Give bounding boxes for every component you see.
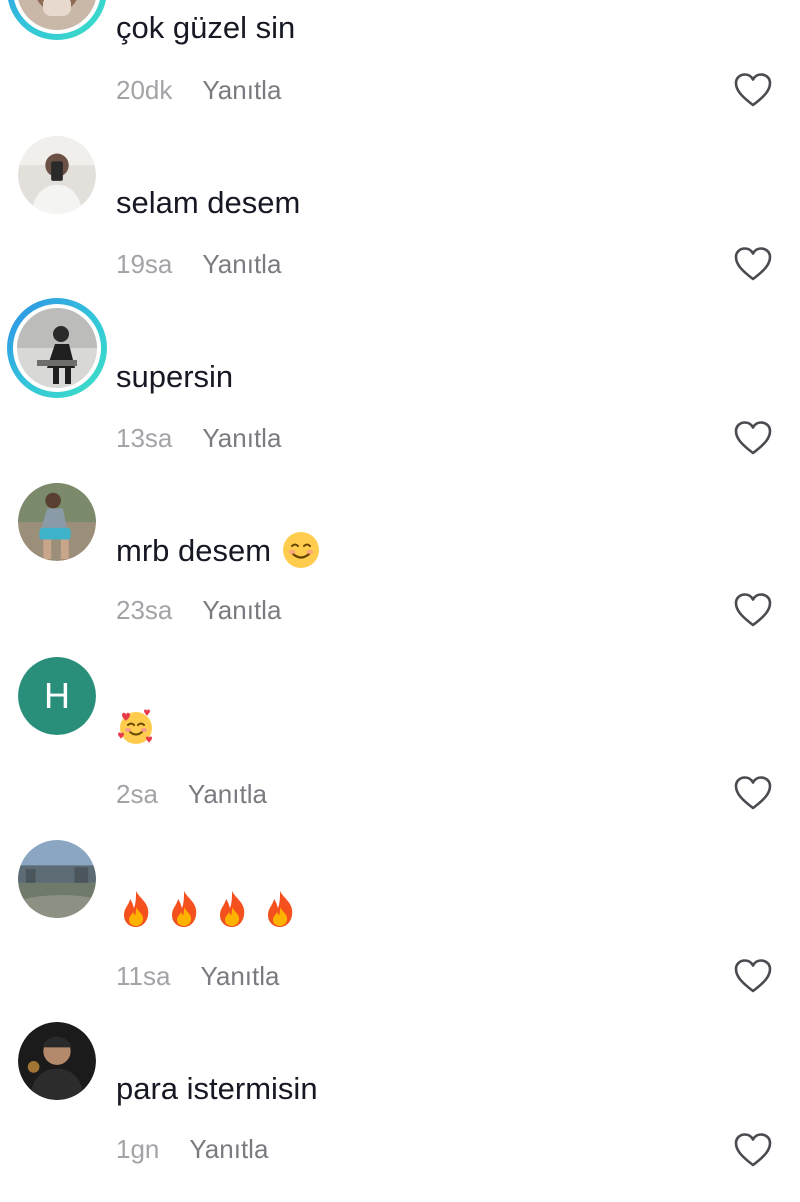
comment-text <box>116 706 156 746</box>
heart-outline-icon[interactable] <box>733 592 773 628</box>
comment-item: H 2sa Yanıtla <box>0 657 800 837</box>
comment-item: mrb desem 23sa Yanıtla <box>0 483 800 663</box>
smiling-face-emoji <box>281 530 321 570</box>
comment-text: supersin <box>116 359 234 394</box>
reply-button[interactable]: Yanıtla <box>202 425 281 451</box>
fire-emoji <box>212 889 252 929</box>
comment-timestamp: 19sa <box>116 249 173 279</box>
comment-text: çok güzel sin <box>116 10 296 45</box>
comment-meta: 2sa Yanıtla <box>116 781 267 807</box>
fire-emoji <box>164 889 204 929</box>
fire-emoji <box>116 889 156 929</box>
heart-outline-icon[interactable] <box>733 958 773 994</box>
comment-meta: 1gn Yanıtla <box>116 1136 268 1162</box>
heart-outline-icon[interactable] <box>733 775 773 811</box>
comment-text: para istermisin <box>116 1071 318 1106</box>
user-photo-avatar-icon[interactable] <box>18 136 96 214</box>
reply-button[interactable]: Yanıtla <box>202 251 281 277</box>
reply-button[interactable]: Yanıtla <box>188 781 267 807</box>
user-photo-avatar-icon[interactable] <box>18 483 96 561</box>
comment-meta: 23sa Yanıtla <box>116 597 281 623</box>
comment-item: supersin 13sa Yanıtla <box>0 298 800 478</box>
comment-text <box>116 889 300 929</box>
comment-timestamp: 2sa <box>116 779 158 809</box>
user-photo-avatar-icon[interactable] <box>18 1022 96 1100</box>
comment-timestamp: 1gn <box>116 1134 160 1164</box>
comment-timestamp: 23sa <box>116 595 173 625</box>
comment-item: selam desem 19sa Yanıtla <box>0 135 800 315</box>
comment-text: selam desem <box>116 185 301 220</box>
letter-avatar-icon[interactable]: H <box>18 657 96 735</box>
comment-timestamp: 11sa <box>116 961 171 991</box>
reply-button[interactable]: Yanıtla <box>200 963 279 989</box>
user-photo-avatar-icon[interactable] <box>7 298 107 398</box>
comment-text: mrb desem <box>116 530 321 570</box>
comment-item: 11sa Yanıtla <box>0 840 800 1020</box>
reply-button[interactable]: Yanıtla <box>202 77 281 103</box>
user-photo-avatar-icon[interactable] <box>7 0 107 40</box>
comment-item: para istermisin 1gn Yanıtla <box>0 1022 800 1202</box>
heart-outline-icon[interactable] <box>733 72 773 108</box>
emoji-row <box>116 889 300 929</box>
comment-meta: 20dk Yanıtla <box>116 77 281 103</box>
smiling-face-with-hearts-emoji <box>116 706 156 746</box>
landscape-photo-avatar-icon[interactable] <box>18 840 96 918</box>
fire-emoji <box>260 889 300 929</box>
reply-button[interactable]: Yanıtla <box>189 1136 268 1162</box>
heart-outline-icon[interactable] <box>733 246 773 282</box>
comment-meta: 19sa Yanıtla <box>116 251 281 277</box>
comment-timestamp: 13sa <box>116 423 173 453</box>
comment-item: çok güzel sin 20dk Yanıtla <box>0 0 800 120</box>
heart-outline-icon[interactable] <box>733 420 773 456</box>
comment-meta: 11sa Yanıtla <box>116 963 279 989</box>
comment-meta: 13sa Yanıtla <box>116 425 281 451</box>
comment-timestamp: 20dk <box>116 75 173 105</box>
avatar-letter: H <box>18 657 96 735</box>
reply-button[interactable]: Yanıtla <box>202 597 281 623</box>
heart-outline-icon[interactable] <box>733 1132 773 1168</box>
